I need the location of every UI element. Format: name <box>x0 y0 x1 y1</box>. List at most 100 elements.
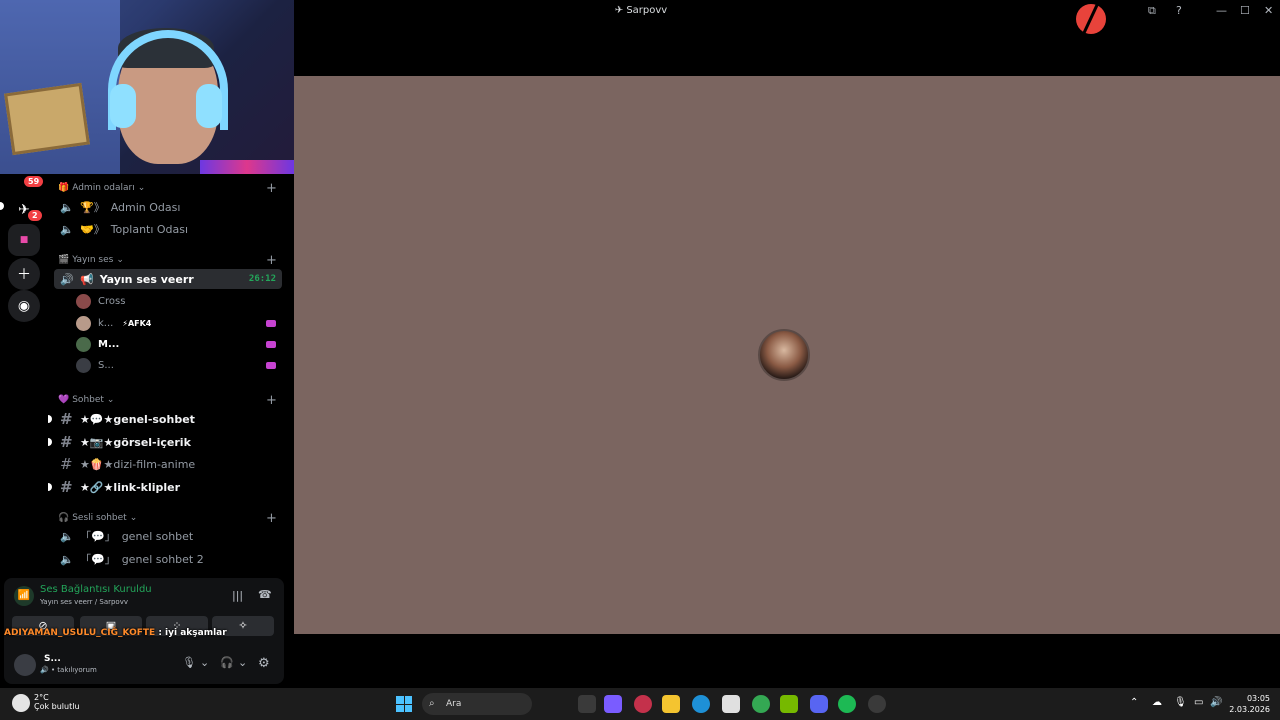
live-icon <box>266 361 276 369</box>
mention-badge: 59 <box>22 174 46 189</box>
disconnect-icon[interactable]: ☎ <box>258 588 272 601</box>
live-icon <box>266 340 276 348</box>
edge-icon[interactable] <box>692 695 710 713</box>
weather-widget[interactable]: 2°C Çok bulutlu <box>34 693 80 711</box>
headphones-icon[interactable]: 🎧 <box>220 656 234 669</box>
server-pink-icon: ■ <box>19 235 29 245</box>
speaker-icon: 🔈 <box>60 200 74 214</box>
help-icon[interactable]: ? <box>1176 4 1182 17</box>
gear-icon[interactable]: ⚙ <box>258 656 270 671</box>
unread-indicator <box>48 415 52 423</box>
voice-channel-genel[interactable]: 🔈 「💬」 genel sohbet <box>54 526 282 546</box>
chevron-down-icon[interactable]: ⌄ <box>238 656 247 669</box>
add-channel-icon[interactable]: + <box>266 511 277 526</box>
search-icon: ⌕ <box>429 698 435 709</box>
text-channel-gorsel[interactable]: # ★📷★görsel-içerik <box>48 432 282 452</box>
hash-icon: # <box>60 455 73 473</box>
unread-indicator <box>48 438 52 446</box>
speaker-icon: 🔊 <box>60 272 74 286</box>
task-view-icon[interactable] <box>578 695 596 713</box>
avatar <box>76 315 91 331</box>
chevron-down-icon[interactable]: ⌄ <box>200 656 209 669</box>
category-icon: 💜 <box>58 395 70 405</box>
add-channel-icon[interactable]: + <box>266 253 277 268</box>
megaphone-icon: 📢 <box>80 272 94 286</box>
chevron-up-icon[interactable]: ⌃ <box>1130 697 1138 708</box>
popout-icon[interactable]: ⧉ <box>1148 4 1156 18</box>
obs-icon[interactable] <box>868 695 886 713</box>
webcam-picture-frame <box>4 82 90 156</box>
microphone-icon[interactable]: 🎙 <box>1174 697 1187 708</box>
text-channel-genel[interactable]: # ★💬★genel-sohbet <box>48 409 282 429</box>
voice-user[interactable]: Cross <box>76 291 282 311</box>
mention-badge: 2 <box>26 208 44 223</box>
hash-icon: # <box>60 433 73 451</box>
volume-icon[interactable]: 🔊 <box>1210 697 1222 708</box>
text-channel-dizi[interactable]: # ★🍿★dizi-film-anime <box>54 454 282 474</box>
chevron-down-icon: ⌄ <box>137 183 146 193</box>
start-button[interactable] <box>396 696 412 712</box>
voice-channel-admin[interactable]: 🔈 🏆》 Admin Odası <box>54 197 282 217</box>
stream-chat-overlay: ADIYAMAN_USULU_CIĞ_KOFTE : iyi akşamlar <box>4 628 227 638</box>
signal-icon: 📶 <box>14 586 34 606</box>
add-channel-icon[interactable]: + <box>266 393 277 408</box>
spotify-icon[interactable] <box>838 695 856 713</box>
status-icon: 🔊 • <box>40 666 58 674</box>
server-icon-top[interactable]: 59 <box>8 174 46 189</box>
user-status: 🔊 • takılıyorum <box>40 666 97 674</box>
participant-avatar[interactable] <box>758 329 810 381</box>
opera-icon[interactable] <box>634 695 652 713</box>
category-yayin[interactable]: 🎬 Yayın ses ⌄ + <box>58 253 277 268</box>
add-server-button[interactable]: ＋ <box>8 258 40 290</box>
voice-channel-toplanti[interactable]: 🔈 🤝》 Toplantı Odası <box>54 219 282 239</box>
user-avatar[interactable] <box>14 654 36 676</box>
maximize-icon[interactable]: ☐ <box>1240 4 1250 17</box>
category-sohbet[interactable]: 💜 Sohbet ⌄ + <box>58 393 277 408</box>
clock[interactable]: 03:05 2.03.2026 <box>1226 693 1270 715</box>
title-bar: ✈ Sarpovv ⧉ ? — ☐ ✕ <box>294 0 1280 34</box>
add-channel-icon[interactable]: + <box>266 181 277 196</box>
voice-channel-path[interactable]: Yayın ses veerr / Sarpovv <box>40 598 128 606</box>
close-icon[interactable]: ✕ <box>1264 4 1273 17</box>
voice-user[interactable]: S... <box>76 355 282 375</box>
server-unread-pill <box>0 202 4 210</box>
category-sesli[interactable]: 🎧 Sesli sohbet ⌄ + <box>58 511 277 526</box>
category-icon: 🎬 <box>58 255 70 265</box>
taskbar-search[interactable]: ⌕ Ara <box>422 693 532 715</box>
voice-user[interactable]: M... <box>76 334 282 354</box>
live-icon <box>266 319 276 327</box>
headset-ear-left <box>110 84 136 128</box>
category-admin[interactable]: 🎁 Admin odaları ⌄ + <box>58 181 277 196</box>
avatar <box>76 336 91 352</box>
discord-icon[interactable] <box>810 695 828 713</box>
server-icon-pink[interactable]: ■ <box>8 224 40 256</box>
discover-button[interactable]: ◉ <box>8 290 40 322</box>
taskbar: 2°C Çok bulutlu ⌕ Ara ⌃ ☁ 🎙 ▭ 🔊 03:05 2.0… <box>0 688 1280 720</box>
copilot-icon[interactable] <box>604 695 622 713</box>
display-icon[interactable]: ▭ <box>1194 697 1203 708</box>
file-explorer-icon[interactable] <box>662 695 680 713</box>
channel-list: 🎁 Admin odaları ⌄ + 🔈 🏆》 Admin Odası 🔈 🤝》 Topl… <box>48 174 288 578</box>
voice-stage <box>294 76 1280 634</box>
nvidia-icon[interactable] <box>780 695 798 713</box>
voice-channel-yayin[interactable]: 🔊 📢 Yayın ses veerr 26:12 <box>54 269 282 289</box>
store-icon[interactable] <box>722 695 740 713</box>
window-title: ✈ Sarpovv <box>614 5 668 16</box>
microphone-icon[interactable]: 🎙 <box>182 656 196 669</box>
speaker-icon: 🔈 <box>60 222 74 236</box>
chevron-down-icon: ⌄ <box>116 255 124 265</box>
hash-icon: # <box>60 478 73 496</box>
trophy-icon: 🏆》 <box>80 201 105 214</box>
chat-username: ADIYAMAN_USULU_CIĞ_KOFTE <box>4 628 156 638</box>
unread-indicator <box>48 483 52 491</box>
minimize-icon[interactable]: — <box>1216 4 1227 17</box>
voice-channel-genel-2[interactable]: 🔈 「💬」 genel sohbet 2 <box>54 549 282 569</box>
onedrive-icon[interactable]: ☁ <box>1152 697 1162 708</box>
server-icon-wing[interactable]: ✈ 2 <box>8 194 44 226</box>
webcam-overlay <box>0 0 294 174</box>
text-channel-link[interactable]: # ★🔗★link-klipler <box>48 477 282 497</box>
server-icon: ✈ <box>614 5 627 16</box>
chrome-icon[interactable] <box>752 695 770 713</box>
soundboard-icon[interactable]: ||| <box>232 589 243 602</box>
voice-user[interactable]: k... ⚡AFK4 <box>76 313 282 333</box>
